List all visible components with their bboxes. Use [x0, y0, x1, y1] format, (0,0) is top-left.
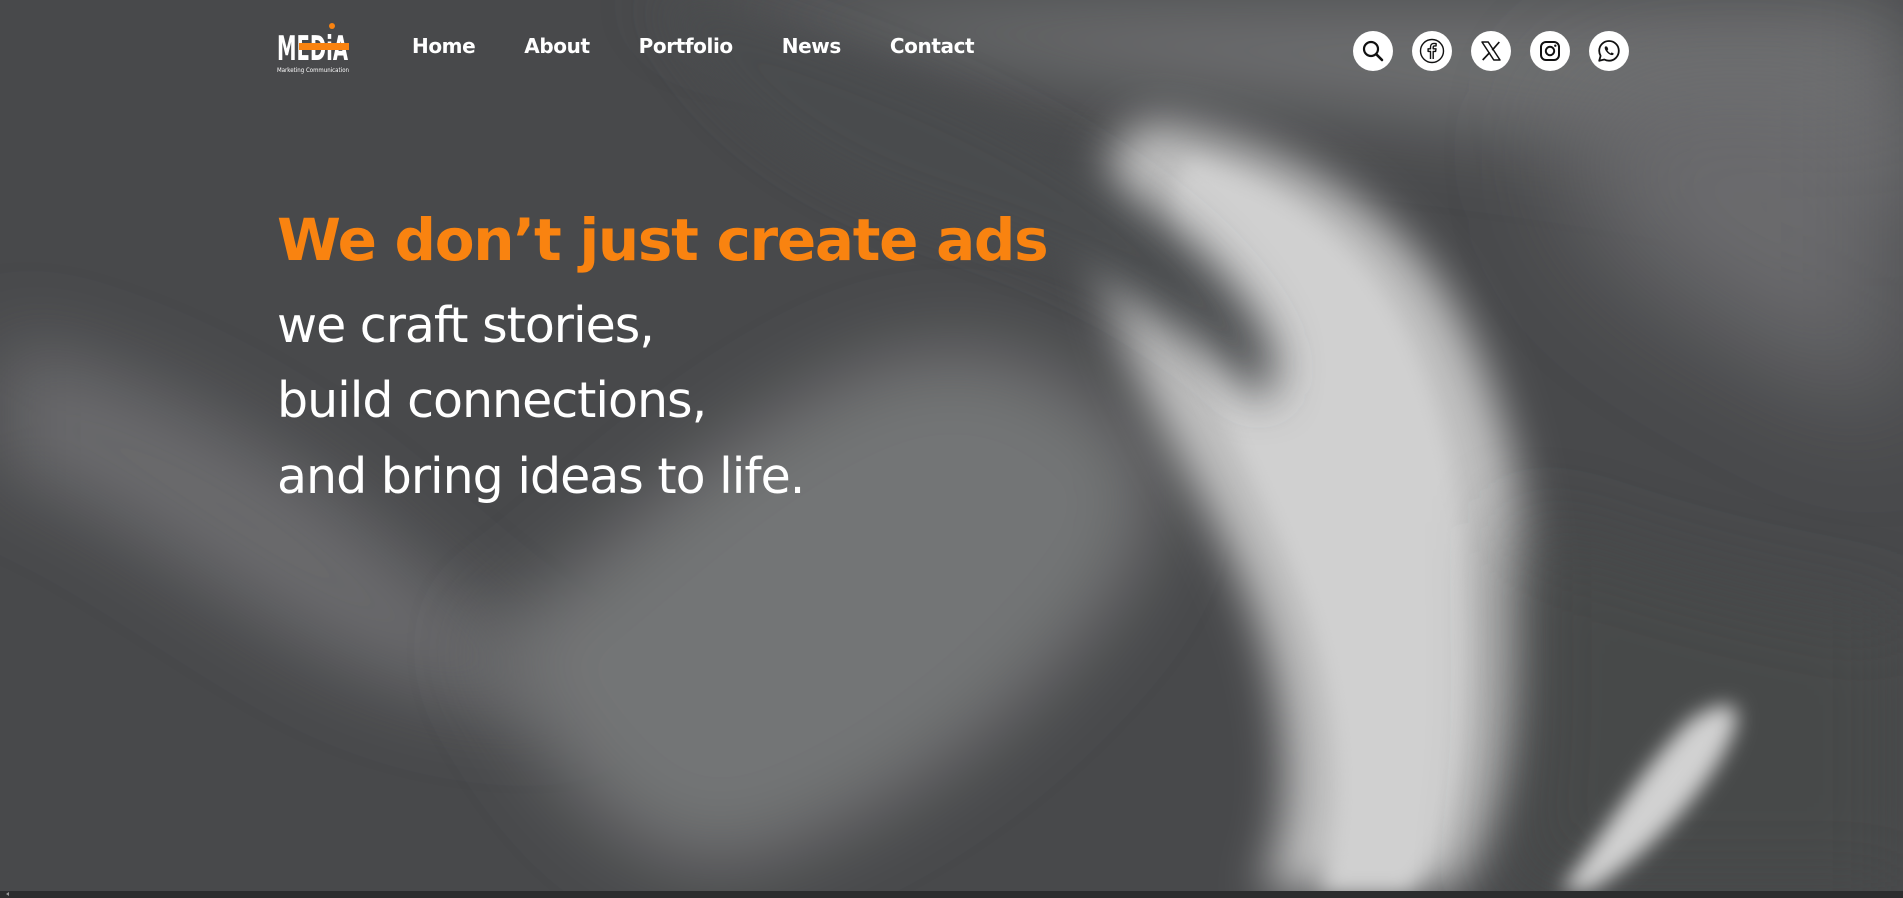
- hero-section: MEDiA Marketing Communication Home About…: [0, 0, 1903, 891]
- hero-background-image: [0, 0, 1903, 891]
- nav-contact[interactable]: Contact: [890, 30, 975, 62]
- nav-home[interactable]: Home: [412, 30, 476, 62]
- instagram-link[interactable]: [1530, 31, 1570, 71]
- horizontal-scrollbar[interactable]: [0, 891, 1903, 898]
- x-twitter-link[interactable]: [1471, 31, 1511, 71]
- hero-tagline-line-1: we craft stories,: [277, 297, 655, 354]
- hero-tagline-line-3: and bring ideas to life.: [277, 448, 805, 505]
- hero-headline: We don’t just create ads: [277, 206, 1049, 274]
- instagram-icon: [1540, 41, 1560, 61]
- nav-about[interactable]: About: [524, 30, 590, 62]
- search-button[interactable]: [1353, 31, 1393, 71]
- scroll-left-icon[interactable]: [6, 892, 9, 896]
- whatsapp-link[interactable]: [1589, 31, 1629, 71]
- x-twitter-icon: [1481, 41, 1501, 61]
- hero-tagline-line-2: build connections,: [277, 372, 707, 429]
- facebook-icon: [1419, 38, 1445, 64]
- header-icon-group: [1353, 31, 1648, 71]
- facebook-link[interactable]: [1412, 31, 1452, 71]
- logo-tagline: Marketing Communication: [277, 66, 349, 74]
- logo-dot: [329, 23, 335, 29]
- brand-logo[interactable]: MEDiA Marketing Communication: [277, 20, 363, 74]
- nav-portfolio[interactable]: Portfolio: [639, 30, 734, 62]
- whatsapp-icon: [1598, 40, 1620, 62]
- search-icon: [1362, 40, 1384, 62]
- nav-news[interactable]: News: [782, 30, 841, 62]
- main-navigation: Home About Portfolio News Contact: [412, 30, 1023, 62]
- logo-accent-bar: [299, 43, 349, 50]
